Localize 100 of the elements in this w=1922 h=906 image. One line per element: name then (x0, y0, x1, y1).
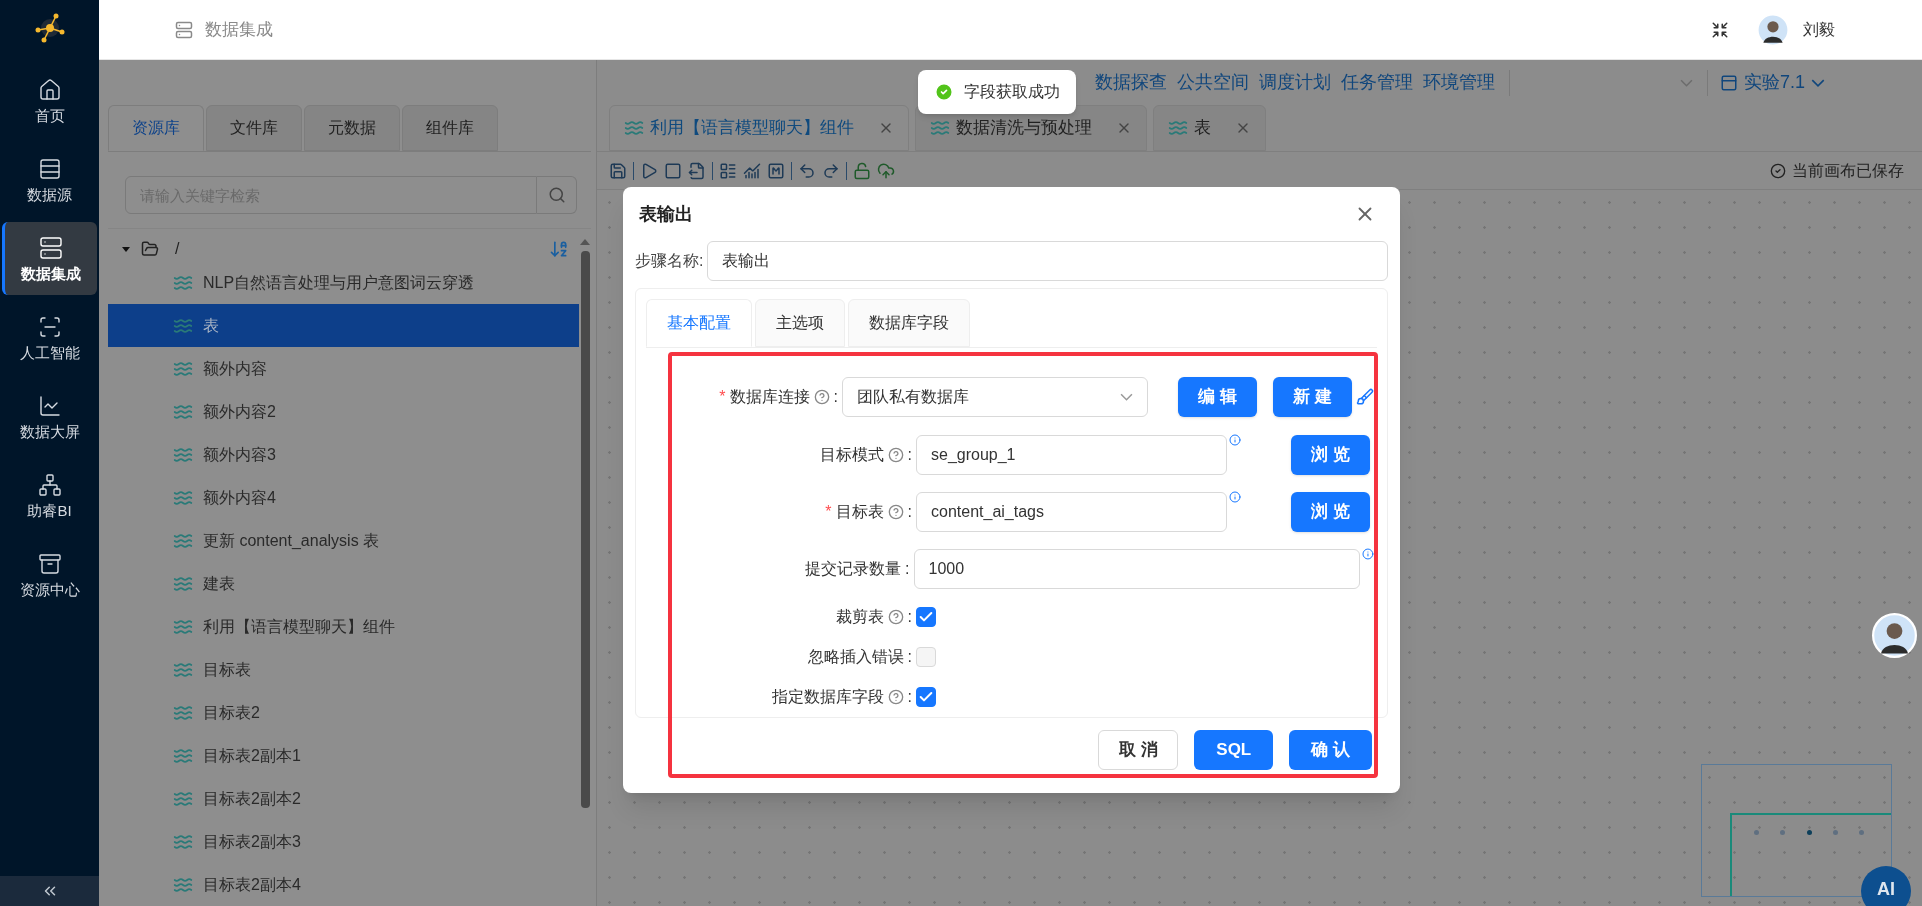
nav-item[interactable]: 数据集成 (2, 222, 97, 295)
footer-button[interactable]: 确 认 (1289, 730, 1372, 770)
archive-icon (37, 552, 62, 576)
help-icon[interactable] (887, 446, 904, 463)
server-icon (39, 236, 63, 260)
colon: : (907, 607, 912, 627)
tree-item[interactable]: 目标表2副本1 (108, 734, 579, 777)
checkbox[interactable] (916, 687, 936, 707)
tree-item[interactable]: 目标表2副本3 (108, 820, 579, 863)
undo-icon[interactable] (798, 161, 816, 180)
help-icon[interactable] (887, 609, 904, 625)
footer-button[interactable]: 取 消 (1098, 730, 1179, 770)
footer-button[interactable]: SQL (1194, 730, 1274, 770)
help-icon[interactable] (813, 389, 830, 405)
dialog-tab[interactable]: 主选项 (755, 299, 845, 347)
top-nav-link[interactable]: 任务管理 (1340, 69, 1413, 96)
text-field[interactable]: content_ai_tags (916, 491, 1227, 532)
play-icon[interactable] (640, 161, 658, 180)
layout-icon[interactable] (719, 161, 737, 180)
colon: : (907, 501, 912, 522)
user-avatar (1757, 13, 1789, 46)
help-icon[interactable] (887, 503, 904, 520)
unlock-icon[interactable] (853, 161, 871, 180)
home-icon (37, 78, 62, 102)
editor-tab[interactable]: 利用【语言模型聊天】组件 (609, 105, 909, 151)
cloud-upload-icon[interactable] (877, 161, 895, 180)
exit-fullscreen-icon[interactable] (1711, 20, 1729, 39)
dropdown-caret-icon (1679, 78, 1693, 87)
top-nav-link[interactable]: 调度计划 (1258, 69, 1331, 96)
panel-tab[interactable]: 资源库 (108, 105, 204, 151)
tree-item[interactable]: 额外内容 (108, 347, 579, 390)
nav-item[interactable]: 资源中心 (2, 538, 97, 611)
text-field[interactable]: se_group_1 (916, 434, 1227, 475)
text-field[interactable]: 表输出 (707, 241, 1388, 281)
nav-item[interactable]: 首页 (2, 64, 97, 137)
tree-item-label: 目标表 (203, 659, 251, 680)
redo-icon[interactable] (822, 161, 840, 180)
tree-item[interactable]: NLP自然语言处理与用户意图词云穿透 (108, 261, 579, 304)
tree-item[interactable]: 目标表2副本2 (108, 777, 579, 820)
top-nav-link[interactable]: 环境管理 (1422, 69, 1495, 96)
nav-item[interactable]: 人工智能 (2, 301, 97, 374)
scroll-up-icon[interactable] (580, 239, 590, 245)
tree-item-label: 利用【语言模型聊天】组件 (203, 616, 395, 637)
dialog-tab[interactable]: 基本配置 (646, 299, 752, 347)
sort-icon[interactable] (549, 239, 569, 259)
field-label: 提交记录数量 (805, 558, 902, 579)
brush-icon[interactable] (1356, 388, 1374, 406)
colon: : (907, 647, 912, 667)
m-box-icon[interactable] (767, 161, 785, 180)
browse-button[interactable]: 浏 览 (1291, 434, 1370, 475)
field-label: 忽略插入错误 (807, 647, 904, 667)
nav-label: 首页 (34, 108, 65, 123)
dialog-tab[interactable]: 数据库字段 (848, 299, 970, 347)
save-icon[interactable] (609, 161, 627, 180)
tree-item-label: 表 (203, 315, 219, 336)
help-icon[interactable] (887, 689, 904, 705)
tree-item[interactable]: 目标表 (108, 648, 579, 691)
top-nav-link[interactable]: 公共空间 (1176, 69, 1249, 96)
tree-item[interactable]: 表 (108, 304, 579, 347)
field-label: 目标表 (835, 501, 884, 522)
chevron-icon (1811, 78, 1825, 87)
tree-item-label: 目标表2副本4 (203, 874, 301, 895)
tree-item-label: 建表 (203, 573, 235, 594)
panel-tab[interactable]: 文件库 (206, 105, 302, 151)
tree-item[interactable]: 额外内容3 (108, 433, 579, 476)
caret-icon[interactable] (121, 244, 131, 254)
export-icon[interactable] (688, 161, 706, 180)
text-field[interactable]: 1000 (913, 548, 1361, 589)
select-field[interactable]: 团队私有数据库 (842, 377, 1148, 417)
project-selector[interactable]: 实验7.1 (1719, 69, 1825, 96)
search-button[interactable] (537, 176, 577, 214)
panel-tab[interactable]: 组件库 (402, 105, 498, 151)
stop-icon[interactable] (664, 161, 682, 180)
field-label: 指定数据库字段 (771, 687, 884, 707)
top-nav-link[interactable]: 数据探查 (1094, 69, 1167, 96)
info-icon[interactable] (1229, 491, 1241, 503)
tree-item-label: 目标表2副本3 (203, 831, 301, 852)
panel-tab[interactable]: 元数据 (304, 105, 400, 151)
info-icon[interactable] (1229, 434, 1241, 446)
editor-tab[interactable]: 表 (1153, 105, 1266, 151)
action-button[interactable]: 新 建 (1273, 377, 1352, 417)
tree-item[interactable]: 目标表2 (108, 691, 579, 734)
browse-button[interactable]: 浏 览 (1291, 491, 1370, 532)
nav-item[interactable]: 数据源 (2, 143, 97, 216)
tree-item-label: 更新 content_analysis 表 (203, 530, 380, 551)
nav-label: 数据源 (27, 187, 72, 202)
tree-item[interactable]: 更新 content_analysis 表 (108, 519, 579, 562)
tree-item[interactable]: 额外内容2 (108, 390, 579, 433)
tree-item[interactable]: 利用【语言模型聊天】组件 (108, 605, 579, 648)
checkbox[interactable] (916, 607, 936, 627)
tree-item[interactable]: 建表 (108, 562, 579, 605)
info-icon[interactable] (1362, 548, 1374, 560)
nav-item[interactable]: 助睿BI (2, 459, 97, 532)
tree-item-label: 额外内容3 (203, 444, 276, 465)
tree-item-label: 目标表2 (203, 702, 260, 723)
nav-item[interactable]: 数据大屏 (2, 380, 97, 453)
action-button[interactable]: 编 辑 (1178, 377, 1257, 417)
tree-item[interactable]: 目标表2副本4 (108, 863, 579, 906)
chart-icon[interactable] (743, 161, 761, 180)
tree-item[interactable]: 额外内容4 (108, 476, 579, 519)
